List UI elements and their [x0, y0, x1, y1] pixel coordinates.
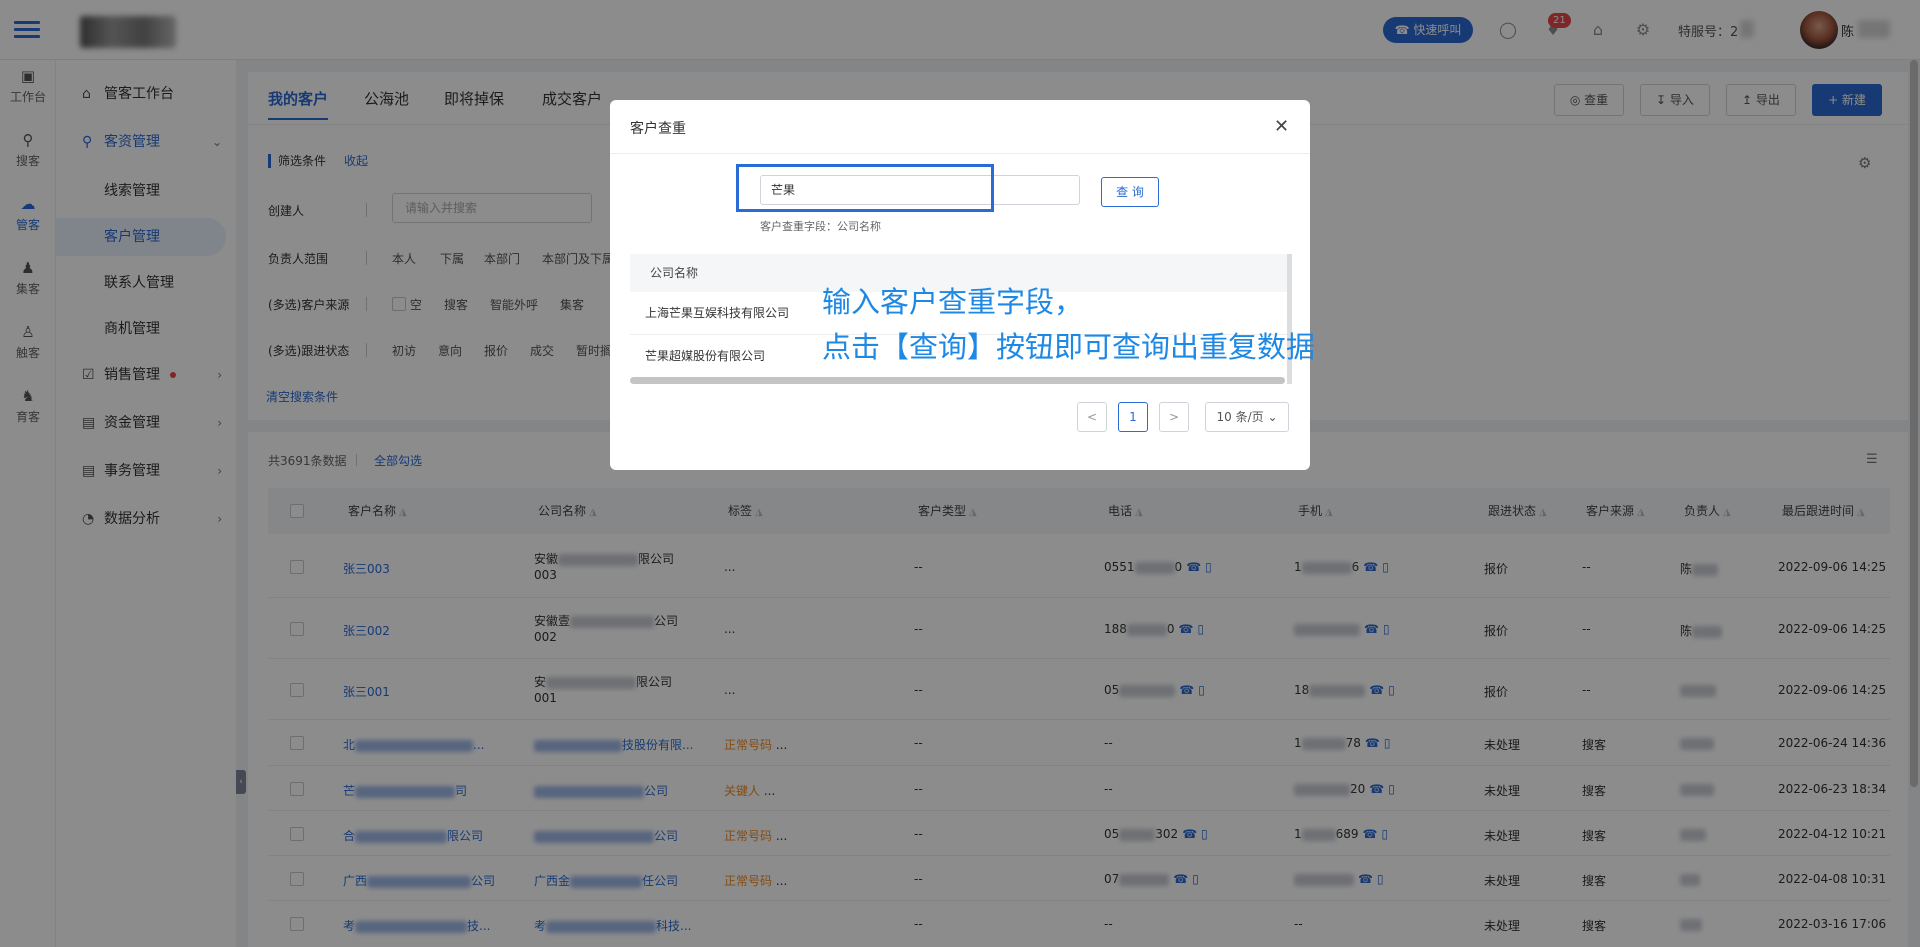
- close-icon[interactable]: ✕: [1274, 116, 1289, 137]
- instruction-annotation: 输入客户查重字段， 点击【查询】按钮即可查询出重复数据: [822, 280, 1315, 370]
- result-company: 上海芒果互娱科技有限公司: [645, 306, 790, 320]
- dialog-title: 客户查重: [630, 121, 686, 137]
- page-size-label: 10 条/页: [1216, 410, 1264, 424]
- page-1[interactable]: 1: [1118, 402, 1148, 432]
- prev-page-button[interactable]: <: [1077, 402, 1107, 432]
- annotation-line: 输入客户查重字段，: [822, 285, 1084, 319]
- result-scrollbar-horizontal[interactable]: [630, 377, 1285, 384]
- next-page-button[interactable]: >: [1159, 402, 1189, 432]
- page-size-select[interactable]: 10 条/页 ⌄: [1205, 402, 1289, 432]
- col-company-name: 公司名称: [650, 266, 699, 280]
- query-button[interactable]: 查 询: [1101, 177, 1159, 207]
- chevron-down-icon: ⌄: [1267, 410, 1278, 424]
- input-highlight-box: [736, 164, 994, 212]
- annotation-line: 点击【查询】按钮即可查询出重复数据: [822, 330, 1316, 364]
- dedupe-field-hint: 客户查重字段：公司名称: [760, 220, 881, 233]
- result-company: 芒果超媒股份有限公司: [645, 349, 766, 363]
- dialog-divider: [610, 153, 1310, 154]
